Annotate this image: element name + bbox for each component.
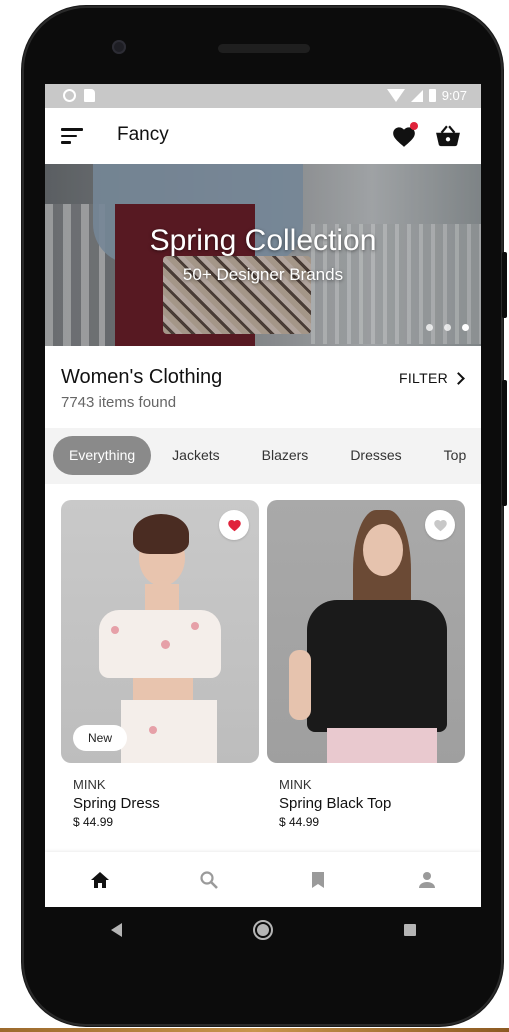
person-icon [418, 871, 435, 888]
earpiece-speaker [218, 44, 310, 53]
recent-apps-icon[interactable] [403, 924, 416, 936]
battery-icon [428, 89, 436, 102]
product-image[interactable]: New [61, 500, 259, 763]
tab-everything[interactable]: Everything [53, 436, 152, 475]
chevron-right-icon [452, 371, 465, 385]
filter-label: FILTER [399, 370, 448, 386]
power-button [502, 380, 507, 506]
bottom-navigation [45, 852, 481, 907]
carousel-dot[interactable] [444, 324, 451, 331]
wifi-icon [386, 89, 405, 102]
status-time: 9:07 [441, 88, 467, 103]
carousel-dot[interactable] [426, 324, 433, 331]
app-screen: 9:07 Fancy Spring Collection 50+ Designe… [45, 84, 481, 907]
carousel-indicator [426, 324, 469, 331]
search-icon [199, 870, 218, 889]
promo-banner[interactable]: Spring Collection 50+ Designer Brands [45, 164, 481, 346]
product-card[interactable]: MINK Spring Black Top $ 44.99 [267, 500, 465, 829]
new-badge: New [73, 725, 128, 751]
front-camera [112, 40, 126, 54]
volume-button [502, 252, 507, 318]
category-header: Women's Clothing 7743 items found FILTER [45, 346, 481, 428]
menu-icon[interactable] [61, 128, 85, 144]
category-tabs[interactable]: Everything Jackets Blazers Dresses Top [45, 428, 481, 484]
filter-button[interactable]: FILTER [399, 370, 465, 386]
favorite-button[interactable] [219, 510, 249, 540]
back-icon[interactable] [110, 923, 122, 937]
nav-profile[interactable] [372, 852, 481, 907]
signal-icon [410, 89, 423, 102]
favorite-button[interactable] [425, 510, 455, 540]
desk-surface [0, 1028, 509, 1032]
status-bar: 9:07 [45, 84, 481, 108]
bookmark-icon [311, 871, 324, 888]
product-name[interactable]: Spring Black Top [279, 795, 465, 812]
home-icon [90, 871, 109, 888]
product-name[interactable]: Spring Dress [73, 795, 259, 812]
product-brand: MINK [279, 777, 312, 792]
favorites-heart-icon[interactable] [391, 122, 418, 148]
basket-icon[interactable] [435, 124, 461, 148]
product-grid: New MINK Spring Dress $ 44.99 MINK Sprin… [45, 484, 481, 852]
notification-dot-icon [63, 89, 76, 102]
banner-title: Spring Collection [149, 224, 377, 257]
heart-outline-icon [433, 520, 447, 532]
nav-home[interactable] [45, 852, 154, 907]
product-price: $ 44.99 [73, 815, 114, 829]
nav-search[interactable] [154, 852, 263, 907]
tab-jackets[interactable]: Jackets [151, 436, 240, 475]
notification-badge [410, 122, 418, 130]
product-card[interactable]: New MINK Spring Dress $ 44.99 [61, 500, 259, 829]
app-title: Fancy [117, 124, 169, 145]
product-image[interactable] [267, 500, 465, 763]
items-count: 7743 items found [61, 394, 177, 411]
category-title: Women's Clothing [61, 366, 223, 388]
system-navigation-bar [45, 907, 481, 953]
tab-blazers[interactable]: Blazers [241, 436, 330, 475]
tab-dresses[interactable]: Dresses [329, 436, 422, 475]
sd-card-icon [84, 89, 95, 102]
product-price: $ 44.99 [279, 815, 320, 829]
system-home-icon[interactable] [252, 920, 273, 940]
carousel-dot-active[interactable] [462, 324, 469, 331]
app-bar: Fancy [45, 108, 481, 164]
heart-filled-icon [227, 520, 241, 532]
banner-subtitle: 50+ Designer Brands [182, 265, 344, 284]
nav-saved[interactable] [263, 852, 372, 907]
product-brand: MINK [73, 777, 106, 792]
tab-top[interactable]: Top [423, 436, 481, 475]
